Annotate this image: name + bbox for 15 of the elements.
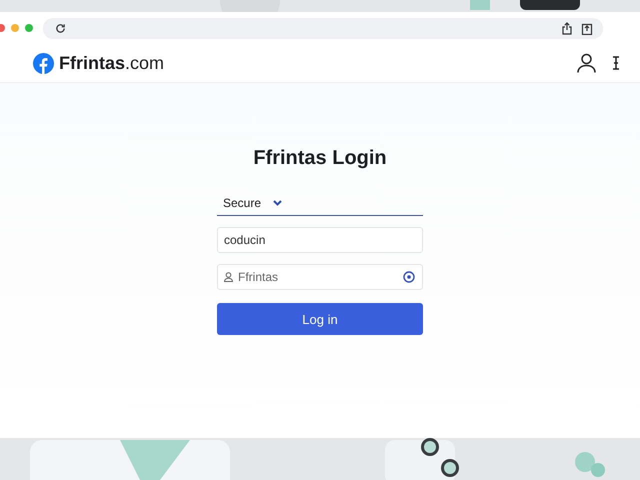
login-title: Ffrintas Login: [253, 147, 387, 170]
share-icon[interactable]: [581, 22, 593, 34]
security-dropdown[interactable]: Secure: [217, 190, 423, 216]
logo-icon: [33, 52, 54, 74]
site-name: Ffrintas.com: [59, 52, 164, 74]
user-icon[interactable]: [577, 53, 596, 73]
login-button[interactable]: Log in: [217, 303, 423, 335]
account-field[interactable]: Ffrintas: [217, 264, 423, 290]
text-cursor-icon[interactable]: [612, 56, 620, 70]
chevron-down-icon: [273, 200, 282, 206]
reload-icon[interactable]: [55, 22, 66, 34]
target-icon[interactable]: [403, 271, 415, 283]
username-field[interactable]: coducin: [217, 227, 423, 253]
user-icon: [224, 272, 233, 282]
share-icon[interactable]: [561, 22, 573, 34]
